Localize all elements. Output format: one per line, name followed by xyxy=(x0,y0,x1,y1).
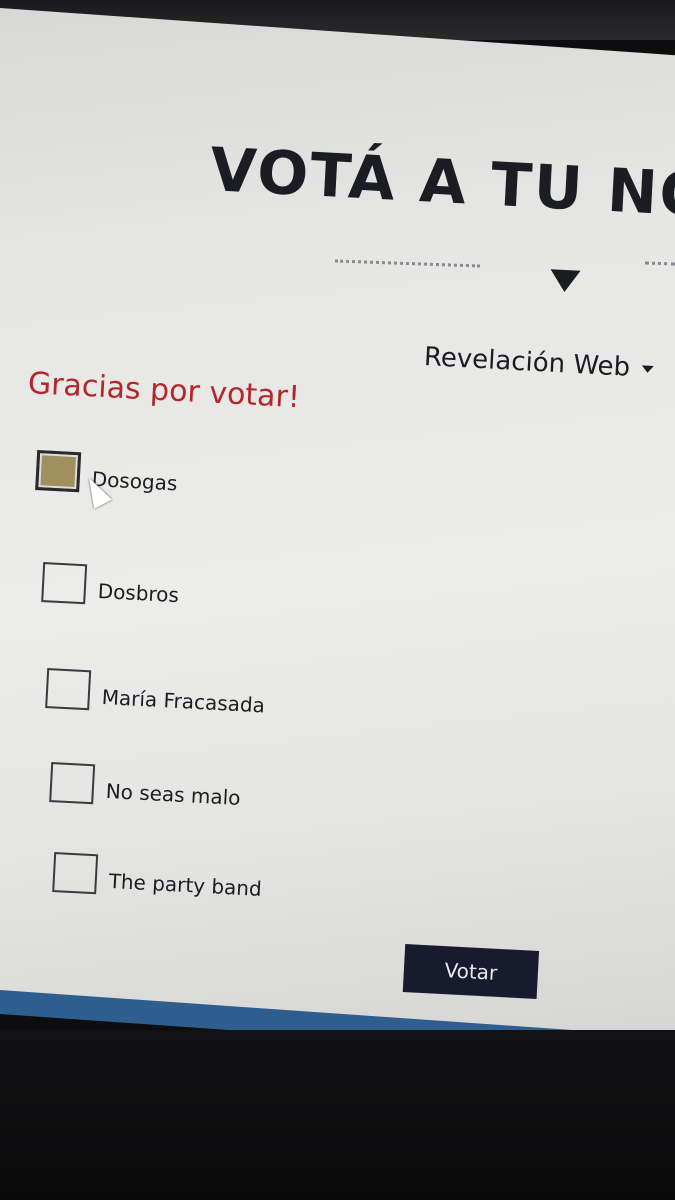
vote-option-checkbox[interactable] xyxy=(52,852,99,895)
vote-option-checkbox[interactable] xyxy=(49,762,96,805)
caret-down-icon xyxy=(641,365,655,374)
monitor-bezel-bottom xyxy=(0,1030,675,1200)
vote-option-checkbox[interactable] xyxy=(45,668,92,711)
vote-option-checkbox[interactable] xyxy=(41,562,88,605)
vote-button[interactable]: Votar xyxy=(402,944,540,999)
vote-option-label: Dosbros xyxy=(97,578,180,608)
vote-option-checkbox[interactable] xyxy=(35,450,82,493)
chevron-down-icon xyxy=(549,269,581,293)
